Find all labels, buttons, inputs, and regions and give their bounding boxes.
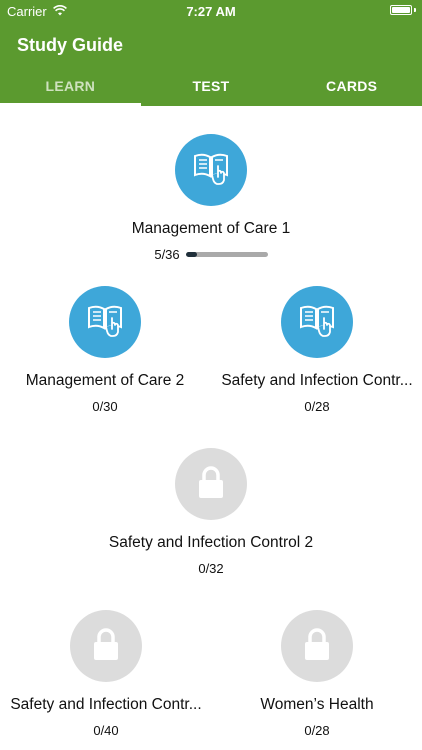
topic-title: Safety and Infection Contr... [10,696,202,713]
topic-list: Management of Care 1 5/36 Management of … [0,106,422,750]
topic-progress-text: 0/32 [198,561,224,576]
lock-icon [196,465,226,504]
app-title: Study Guide [17,35,124,55]
topic-title: Management of Care 1 [131,220,291,237]
app-bar: Study Guide LEARN TEST CARDS [0,22,422,106]
book-touch-icon [85,302,125,343]
battery-tip [414,8,416,12]
book-touch-icon [297,302,337,343]
topic-management-of-care-1[interactable]: Management of Care 1 5/36 [61,134,361,262]
book-touch-icon [191,150,231,191]
topic-progress-text: 0/30 [92,399,118,414]
topic-circle-locked[interactable] [175,448,247,520]
progress-bar [185,252,268,257]
topic-progress-text: 5/36 [154,247,180,262]
topic-management-of-care-2[interactable]: Management of Care 2 0/30 [10,286,200,414]
topic-safety-infection-control-3[interactable]: Safety and Infection Contr... 0/40 [6,610,206,738]
topic-circle[interactable] [175,134,247,206]
topic-safety-infection-control-2[interactable]: Safety and Infection Control 2 0/32 [61,448,361,576]
tab-bar: LEARN TEST CARDS [0,72,422,106]
tab-learn[interactable]: LEARN [0,72,141,106]
topic-progress-text: 0/28 [304,399,330,414]
topic-circle-locked[interactable] [70,610,142,682]
progress-bar-fill [185,252,198,257]
tab-test[interactable]: TEST [141,72,282,106]
tab-cards[interactable]: CARDS [281,72,422,106]
topic-circle-locked[interactable] [281,610,353,682]
topic-circle[interactable] [69,286,141,358]
topic-progress-text: 0/28 [304,723,330,738]
topic-progress-text: 0/40 [93,723,119,738]
battery-icon [390,5,412,15]
topic-title: Management of Care 2 [25,372,185,389]
topic-womens-health[interactable]: Women’s Health 0/28 [217,610,417,738]
app-screen: Carrier 7:27 AM Study Guide LEARN TEST C… [0,0,422,750]
topic-safety-infection-control-1[interactable]: Safety and Infection Contr... 0/28 [217,286,417,414]
status-bar: Carrier 7:27 AM [0,0,422,22]
lock-icon [91,627,121,666]
topic-progress-row: 5/36 [61,247,361,262]
topic-circle[interactable] [281,286,353,358]
topic-title: Safety and Infection Contr... [221,372,413,389]
topic-title: Women’s Health [260,696,374,713]
lock-icon [302,627,332,666]
topic-title: Safety and Infection Control 2 [108,534,314,551]
status-time: 7:27 AM [186,4,236,19]
